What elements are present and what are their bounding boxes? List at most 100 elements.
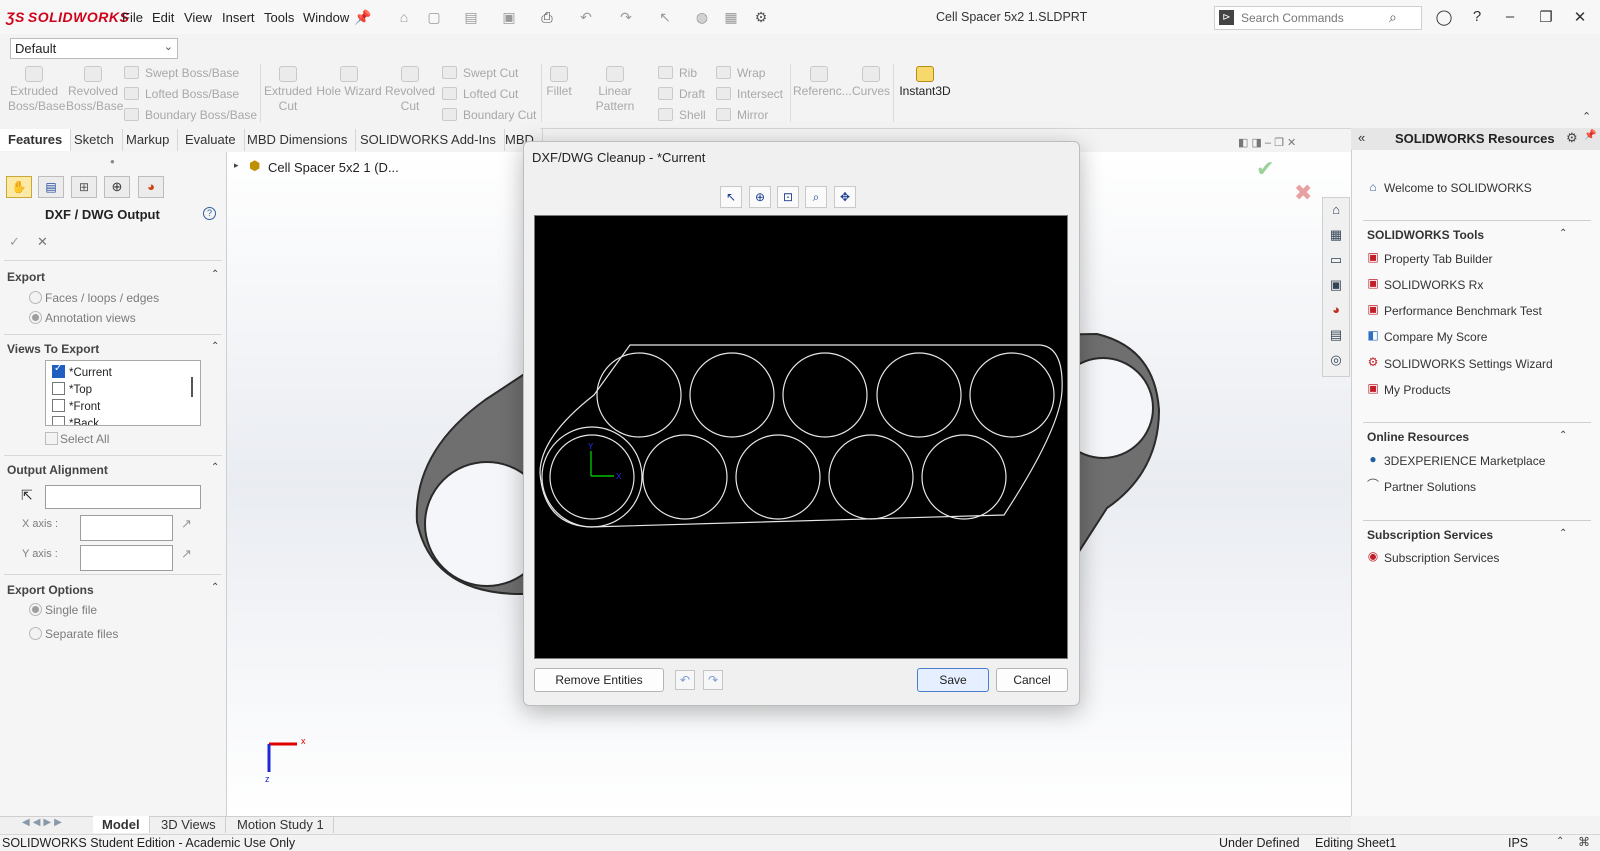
checkbox[interactable] bbox=[52, 416, 65, 425]
rebuild-icon[interactable]: ◍ bbox=[693, 8, 711, 26]
dimxpert-tab[interactable]: ⊕ bbox=[104, 176, 130, 198]
units-chevron-icon[interactable]: ⌃ bbox=[1556, 836, 1564, 847]
settings-wizard-link[interactable]: SOLIDWORKS Settings Wizard bbox=[1384, 357, 1553, 371]
tab-mbd-dimensions[interactable]: MBD Dimensions bbox=[239, 129, 357, 151]
task-pane-options-gear-icon[interactable]: ⚙ bbox=[1566, 130, 1578, 146]
revolved-boss-button[interactable]: Revolved Boss/Base bbox=[66, 66, 123, 114]
faces-loops-edges-radio[interactable] bbox=[29, 291, 42, 304]
swept-boss-button[interactable]: Swept Boss/Base bbox=[124, 66, 239, 80]
collapse-chevron-icon[interactable]: ⌃ bbox=[211, 269, 219, 280]
pin-icon[interactable]: 📌 bbox=[354, 8, 372, 26]
lofted-cut-button[interactable]: Lofted Cut bbox=[442, 87, 518, 101]
redo-icon[interactable]: ↷ bbox=[703, 670, 723, 690]
draft-button[interactable]: Draft bbox=[658, 87, 705, 101]
lofted-boss-button[interactable]: Lofted Boss/Base bbox=[124, 87, 239, 101]
restore-window-button[interactable]: ❐ bbox=[1536, 8, 1556, 26]
tab-motion-study[interactable]: Motion Study 1 bbox=[228, 816, 334, 833]
tab-features[interactable]: Features bbox=[0, 129, 72, 151]
print-icon[interactable]: ⎙ bbox=[538, 8, 556, 26]
list-scrollbar[interactable] bbox=[191, 377, 193, 397]
mirror-button[interactable]: Mirror bbox=[716, 108, 768, 122]
checkbox[interactable] bbox=[52, 363, 65, 378]
user-account-icon[interactable]: ◯ bbox=[1434, 8, 1454, 26]
select-all-checkbox[interactable] bbox=[45, 432, 58, 445]
solidworks-forum-icon[interactable]: ◎ bbox=[1328, 352, 1344, 368]
collapse-chevron-icon[interactable]: ⌃ bbox=[211, 341, 219, 352]
pan-icon[interactable]: ✥ bbox=[834, 186, 856, 208]
benchmark-test-link[interactable]: Performance Benchmark Test bbox=[1384, 304, 1542, 318]
views-to-export-header[interactable]: Views To Export bbox=[7, 342, 99, 356]
checkbox[interactable] bbox=[52, 382, 65, 395]
viewport-maximize-icon[interactable]: ◧ ◨ – ❐ ✕ bbox=[1238, 136, 1296, 149]
collapse-pane-icon[interactable]: « bbox=[1358, 130, 1365, 145]
welcome-link[interactable]: Welcome to SOLIDWORKS bbox=[1384, 181, 1532, 195]
tab-addins[interactable]: SOLIDWORKS Add-Ins bbox=[352, 129, 505, 151]
checkbox[interactable] bbox=[52, 399, 65, 412]
menu-view[interactable]: View bbox=[184, 10, 212, 25]
export-section-header[interactable]: Export bbox=[7, 270, 45, 284]
close-window-button[interactable]: ✕ bbox=[1570, 8, 1590, 26]
collapse-chevron-icon[interactable]: ⌃ bbox=[211, 582, 219, 593]
curves-button[interactable]: Curves bbox=[851, 66, 891, 99]
view-item-back[interactable]: *Back bbox=[52, 416, 99, 425]
appearances-icon[interactable]: ◕ bbox=[1328, 302, 1344, 318]
fillet-button[interactable]: Fillet bbox=[544, 66, 574, 99]
view-palette-icon[interactable]: ▣ bbox=[1328, 277, 1344, 293]
separate-files-radio[interactable] bbox=[29, 627, 42, 640]
zoom-area-icon[interactable]: ⌕ bbox=[805, 186, 827, 208]
solidworks-rx-link[interactable]: SOLIDWORKS Rx bbox=[1384, 278, 1483, 292]
marketplace-link[interactable]: 3DEXPERIENCE Marketplace bbox=[1384, 454, 1545, 468]
y-axis-field[interactable] bbox=[80, 545, 173, 571]
new-document-icon[interactable]: ▢ bbox=[425, 8, 443, 26]
select-icon[interactable]: ↖ bbox=[656, 8, 674, 26]
ok-check-icon[interactable]: ✓ bbox=[9, 234, 20, 250]
hole-wizard-button[interactable]: Hole Wizard bbox=[316, 66, 382, 99]
undo-icon[interactable]: ↶ bbox=[675, 670, 695, 690]
save-icon[interactable]: ▣ bbox=[500, 8, 518, 26]
display-manager-tab[interactable]: ◕ bbox=[138, 176, 164, 198]
panel-splitter-handle[interactable]: ● bbox=[110, 157, 115, 166]
property-tab-builder-link[interactable]: Property Tab Builder bbox=[1384, 252, 1493, 266]
tab-markup[interactable]: Markup bbox=[118, 129, 179, 151]
cancel-x-icon[interactable]: ✕ bbox=[37, 234, 48, 250]
swept-cut-button[interactable]: Swept Cut bbox=[442, 66, 518, 80]
collapse-ribbon-icon[interactable]: ⌃ bbox=[1582, 110, 1591, 123]
tools-section-header[interactable]: SOLIDWORKS Tools bbox=[1367, 228, 1484, 242]
menu-edit[interactable]: Edit bbox=[152, 10, 174, 25]
extruded-cut-button[interactable]: Extruded Cut bbox=[262, 66, 314, 114]
menu-window[interactable]: Window bbox=[303, 10, 349, 25]
view-item-current[interactable]: *Current bbox=[52, 363, 112, 379]
feature-manager-tab[interactable]: ✋ bbox=[6, 176, 32, 198]
file-explorer-icon[interactable]: ▭ bbox=[1328, 252, 1344, 268]
menu-insert[interactable]: Insert bbox=[222, 10, 255, 25]
minimize-window-button[interactable]: – bbox=[1500, 8, 1520, 25]
boundary-cut-button[interactable]: Boundary Cut bbox=[442, 108, 536, 122]
tab-model[interactable]: Model bbox=[93, 816, 150, 833]
open-icon[interactable]: ▤ bbox=[462, 8, 480, 26]
views-list[interactable]: *Current *Top *Front *Back bbox=[45, 360, 201, 426]
view-item-top[interactable]: *Top bbox=[52, 382, 92, 396]
zoom-to-fit-icon[interactable]: ⊡ bbox=[777, 186, 799, 208]
cancel-button[interactable]: Cancel bbox=[996, 668, 1068, 692]
revolved-cut-button[interactable]: Revolved Cut bbox=[384, 66, 436, 114]
undo-icon[interactable]: ↶ bbox=[577, 8, 595, 26]
intersect-button[interactable]: Intersect bbox=[716, 87, 783, 101]
tab-scroll-arrows-icon[interactable]: ◀◀▶▶ bbox=[22, 817, 65, 828]
remove-entities-button[interactable]: Remove Entities bbox=[534, 668, 664, 692]
property-manager-tab[interactable]: ▤ bbox=[38, 176, 64, 198]
reverse-direction-icon[interactable]: ↗ bbox=[181, 546, 192, 562]
custom-properties-icon[interactable]: ▤ bbox=[1328, 327, 1344, 343]
tab-evaluate[interactable]: Evaluate bbox=[177, 129, 245, 151]
partner-solutions-link[interactable]: Partner Solutions bbox=[1384, 480, 1476, 494]
tags-icon[interactable]: ⌘ bbox=[1578, 835, 1590, 849]
home-icon[interactable]: ⌂ bbox=[395, 8, 413, 26]
online-resources-header[interactable]: Online Resources bbox=[1367, 430, 1469, 444]
tab-3d-views[interactable]: 3D Views bbox=[152, 816, 226, 833]
output-alignment-header[interactable]: Output Alignment bbox=[7, 463, 108, 477]
export-options-header[interactable]: Export Options bbox=[7, 583, 94, 597]
configuration-manager-tab[interactable]: ⊞ bbox=[71, 176, 97, 198]
subscription-header[interactable]: Subscription Services bbox=[1367, 528, 1493, 542]
zoom-in-icon[interactable]: ⊕ bbox=[749, 186, 771, 208]
view-item-front[interactable]: *Front bbox=[52, 399, 100, 413]
wrap-button[interactable]: Wrap bbox=[716, 66, 765, 80]
